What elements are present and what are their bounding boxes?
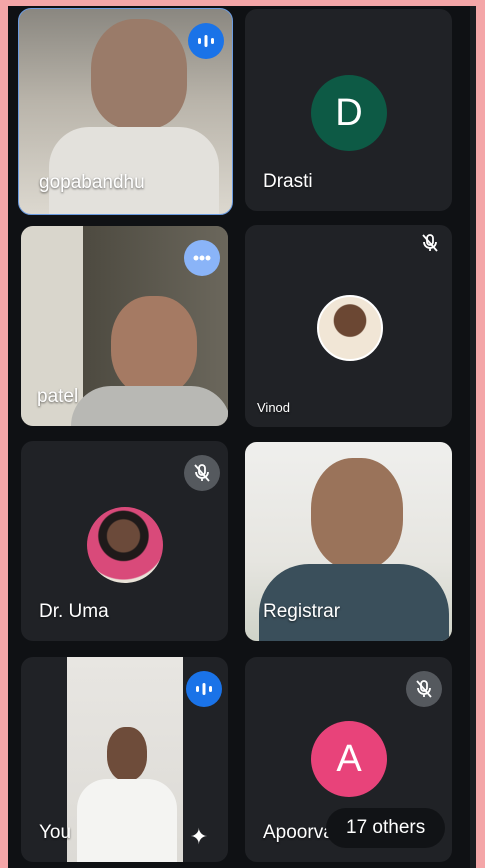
person-shirt xyxy=(77,779,177,862)
participant-tile-dr-uma[interactable]: Dr. Uma xyxy=(21,441,228,641)
person-silhouette xyxy=(311,458,403,570)
participant-name: Registrar xyxy=(263,601,341,622)
participant-name: You xyxy=(39,822,72,843)
person-silhouette xyxy=(107,727,147,781)
participant-tile-vinod[interactable]: Vinod xyxy=(245,225,452,427)
avatar xyxy=(87,507,163,583)
person-shirt xyxy=(71,386,228,426)
meeting-grid: gopabandhu D Drasti patel Vinod Dr. Uma xyxy=(8,6,476,868)
participant-name: Vinod xyxy=(257,400,291,415)
mic-off-icon xyxy=(406,671,442,707)
mic-off-icon xyxy=(412,225,448,261)
audio-level-icon xyxy=(188,23,224,59)
person-silhouette xyxy=(111,296,197,396)
sparkle-icon[interactable]: ✦ xyxy=(190,824,208,850)
participant-name: Dr. Uma xyxy=(39,601,109,622)
participant-tile-registrar[interactable]: Registrar xyxy=(245,442,452,641)
person-silhouette xyxy=(91,19,187,129)
participant-tile-gopabandhu[interactable]: gopabandhu xyxy=(18,8,233,215)
participant-tile-patel[interactable]: patel xyxy=(21,226,228,426)
audio-level-icon xyxy=(184,240,220,276)
participant-name: patel xyxy=(37,386,79,407)
others-button[interactable]: 17 others xyxy=(326,808,446,848)
participant-tile-drasti[interactable]: D Drasti xyxy=(245,9,452,211)
person-shirt xyxy=(49,127,219,214)
mic-off-icon xyxy=(184,455,220,491)
participant-name: Apoorva xyxy=(263,822,334,843)
avatar: A xyxy=(311,721,387,797)
avatar xyxy=(317,295,383,361)
audio-level-icon xyxy=(186,671,222,707)
participant-tile-you[interactable]: ✦ You xyxy=(21,657,228,862)
participant-name: Drasti xyxy=(263,171,313,192)
right-edge xyxy=(470,6,476,868)
participant-name: gopabandhu xyxy=(39,172,145,193)
avatar: D xyxy=(311,75,387,151)
